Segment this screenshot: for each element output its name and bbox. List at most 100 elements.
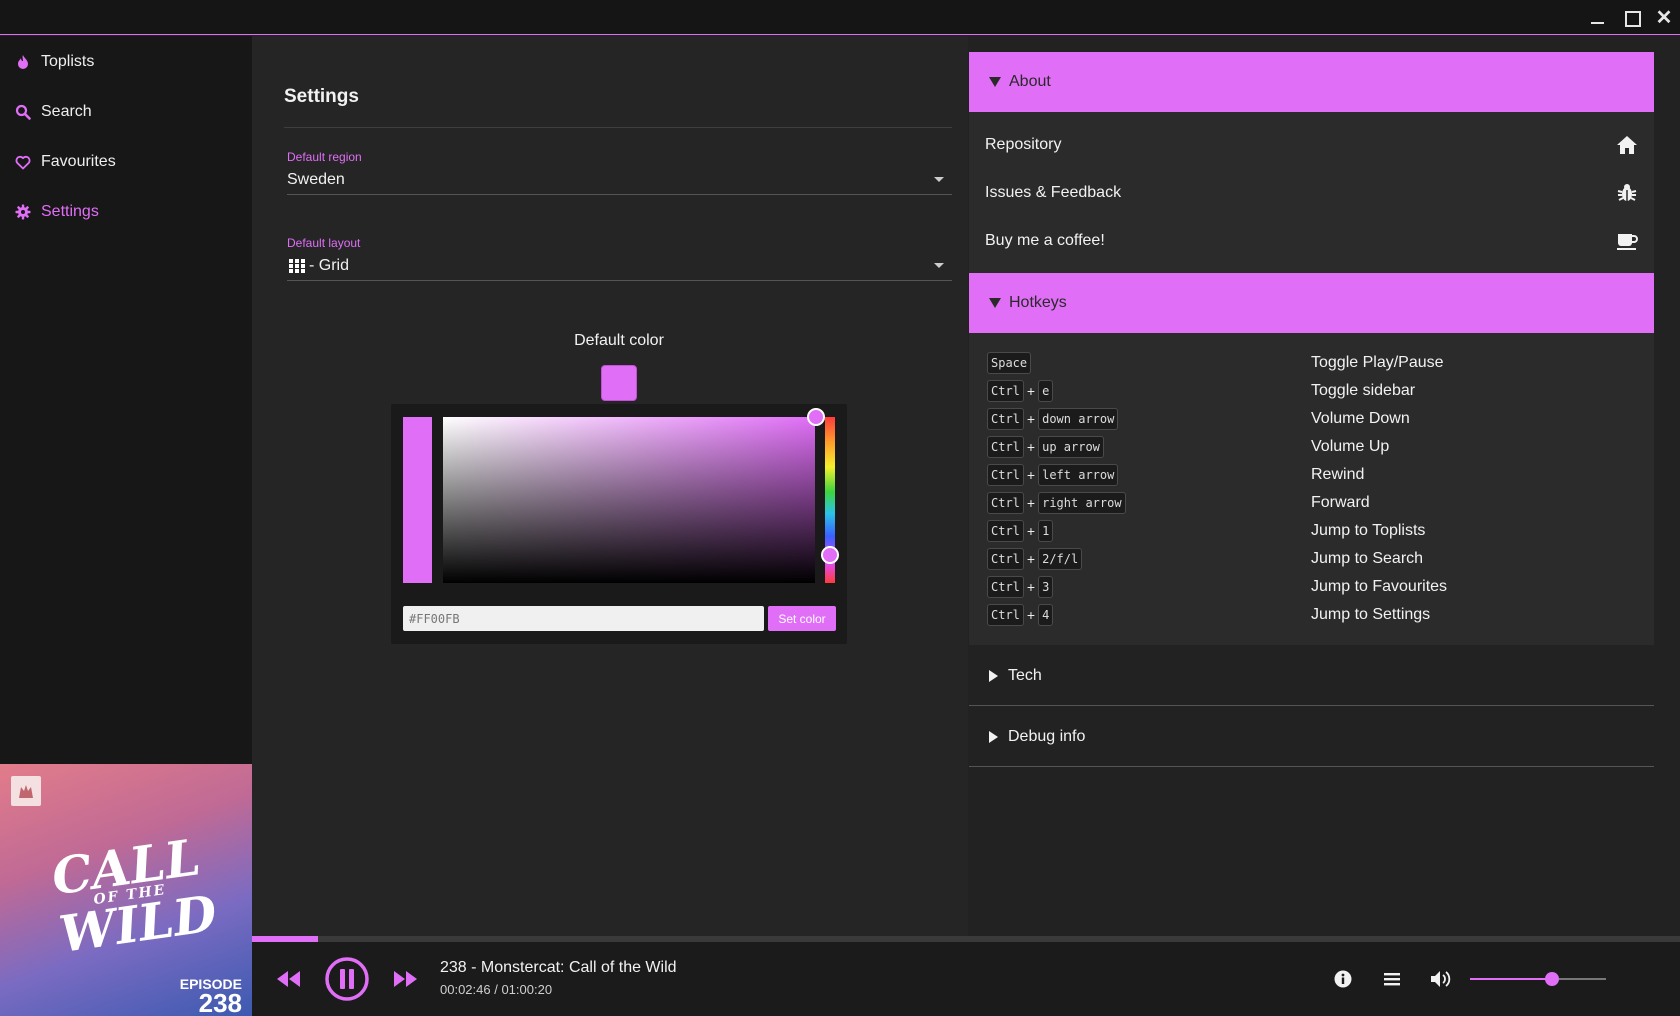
- caret-right-icon: [989, 730, 998, 743]
- hotkey-keys: Ctrl + down arrow: [987, 407, 1119, 431]
- track-title: 238 - Monstercat: Call of the Wild: [440, 959, 677, 976]
- heart-icon: [15, 154, 31, 170]
- sidebar-item-favourites[interactable]: Favourites: [0, 142, 252, 182]
- set-color-button[interactable]: Set color: [768, 606, 836, 631]
- hue-handle[interactable]: [821, 546, 839, 564]
- debug-title: Debug info: [1008, 727, 1086, 745]
- title-bar: ✕: [0, 0, 1680, 35]
- key: Ctrl: [987, 520, 1024, 542]
- sidebar-item-search[interactable]: Search: [0, 92, 252, 132]
- volume-button[interactable]: [1429, 968, 1453, 990]
- saturation-handle[interactable]: [807, 408, 825, 426]
- episode-number: 238: [198, 988, 242, 1016]
- volume-icon: [1431, 971, 1451, 987]
- maximize-button[interactable]: [1619, 6, 1643, 30]
- about-header[interactable]: About: [969, 52, 1654, 112]
- plus-sign: +: [1026, 383, 1036, 399]
- player-bar: 238 - Monstercat: Call of the Wild 00:02…: [252, 942, 1680, 1016]
- key: Ctrl: [987, 576, 1024, 598]
- chevron-down-icon: [934, 177, 944, 182]
- sidebar: Toplists Search Favourites Settings: [0, 36, 252, 764]
- flame-icon: [15, 54, 31, 70]
- color-preview: [403, 417, 432, 583]
- bug-icon: [1616, 183, 1638, 203]
- color-swatch[interactable]: [601, 365, 637, 401]
- key: 3: [1038, 576, 1054, 598]
- hotkey-keys: Ctrl + 2/f/l: [987, 547, 1083, 571]
- pause-button[interactable]: [324, 956, 370, 1002]
- forward-icon: [394, 971, 417, 987]
- home-icon: [1616, 135, 1638, 155]
- app-window: ✕ Toplists Search Favourites Settings CA…: [0, 0, 1680, 1016]
- saturation-value-area[interactable]: [443, 417, 815, 583]
- minimize-button[interactable]: [1585, 6, 1609, 30]
- debug-header[interactable]: Debug info: [969, 707, 1654, 767]
- about-title: About: [1009, 73, 1051, 90]
- queue-button[interactable]: [1382, 969, 1402, 989]
- info-button[interactable]: [1333, 969, 1353, 989]
- album-art[interactable]: CALL OF THE WILD EPISODE 238: [0, 764, 252, 1016]
- monstercat-logo-icon: [11, 776, 41, 806]
- plus-sign: +: [1026, 551, 1036, 567]
- hotkey-keys: Ctrl + e: [987, 379, 1054, 403]
- key: Ctrl: [987, 604, 1024, 626]
- hotkey-keys: Ctrl + up arrow: [987, 435, 1104, 459]
- hotkeys-header[interactable]: Hotkeys: [969, 273, 1654, 333]
- hotkey-action: Jump to Settings: [1311, 606, 1431, 623]
- sidebar-item-label: Settings: [41, 203, 99, 220]
- search-icon: [15, 104, 31, 120]
- hotkey-keys: Ctrl + left arrow: [987, 463, 1119, 487]
- caret-down-icon: [989, 298, 1001, 308]
- repository-label: Repository: [985, 136, 1062, 153]
- plus-sign: +: [1026, 523, 1036, 539]
- close-button[interactable]: ✕: [1652, 6, 1676, 30]
- tech-header[interactable]: Tech: [969, 646, 1654, 706]
- hotkey-action: Forward: [1311, 494, 1370, 511]
- sidebar-item-label: Toplists: [41, 53, 95, 70]
- rewind-icon: [277, 971, 300, 987]
- key: left arrow: [1038, 464, 1119, 486]
- forward-button[interactable]: [390, 964, 420, 994]
- key: up arrow: [1038, 436, 1104, 458]
- grid-icon: [289, 258, 305, 273]
- key: e: [1038, 380, 1054, 402]
- key: 2/f/l: [1038, 548, 1083, 570]
- layout-select[interactable]: - Grid: [287, 251, 952, 281]
- caret-down-icon: [989, 77, 1001, 87]
- plus-sign: +: [1026, 495, 1036, 511]
- page-title: Settings: [284, 86, 359, 107]
- hotkey-action: Volume Up: [1311, 438, 1390, 455]
- hotkey-keys: Space: [987, 351, 1032, 375]
- key: Space: [987, 352, 1032, 374]
- repository-link[interactable]: Repository: [985, 121, 1638, 169]
- volume-slider[interactable]: [1470, 972, 1606, 986]
- color-picker: #FF00FB Set color: [391, 404, 847, 644]
- plus-sign: +: [1026, 579, 1036, 595]
- hotkey-keys: Ctrl + right arrow: [987, 491, 1126, 515]
- key: 4: [1038, 604, 1054, 626]
- info-icon: [1334, 970, 1352, 988]
- issues-link[interactable]: Issues & Feedback: [985, 169, 1638, 217]
- issues-label: Issues & Feedback: [985, 184, 1122, 201]
- key: Ctrl: [987, 464, 1024, 486]
- plus-sign: +: [1026, 467, 1036, 483]
- sidebar-item-toplists[interactable]: Toplists: [0, 42, 252, 82]
- plus-sign: +: [1026, 439, 1036, 455]
- rewind-button[interactable]: [274, 964, 304, 994]
- hotkey-action: Jump to Search: [1311, 550, 1424, 567]
- gear-icon: [15, 204, 31, 220]
- hotkey-keys: Ctrl + 4: [987, 603, 1054, 627]
- hotkey-action: Jump to Favourites: [1311, 578, 1448, 595]
- hotkey-action: Rewind: [1311, 466, 1365, 483]
- hex-input[interactable]: #FF00FB: [403, 606, 764, 631]
- coffee-link[interactable]: Buy me a coffee!: [985, 217, 1638, 265]
- sidebar-item-settings[interactable]: Settings: [0, 192, 252, 232]
- key: down arrow: [1038, 408, 1119, 430]
- region-select[interactable]: Sweden: [287, 165, 952, 195]
- layout-value: - Grid: [309, 256, 349, 274]
- sidebar-item-label: Search: [41, 103, 92, 120]
- hotkey-action: Volume Down: [1311, 410, 1410, 427]
- volume-handle[interactable]: [1545, 972, 1559, 986]
- sidebar-item-label: Favourites: [41, 153, 116, 170]
- key: 1: [1038, 520, 1054, 542]
